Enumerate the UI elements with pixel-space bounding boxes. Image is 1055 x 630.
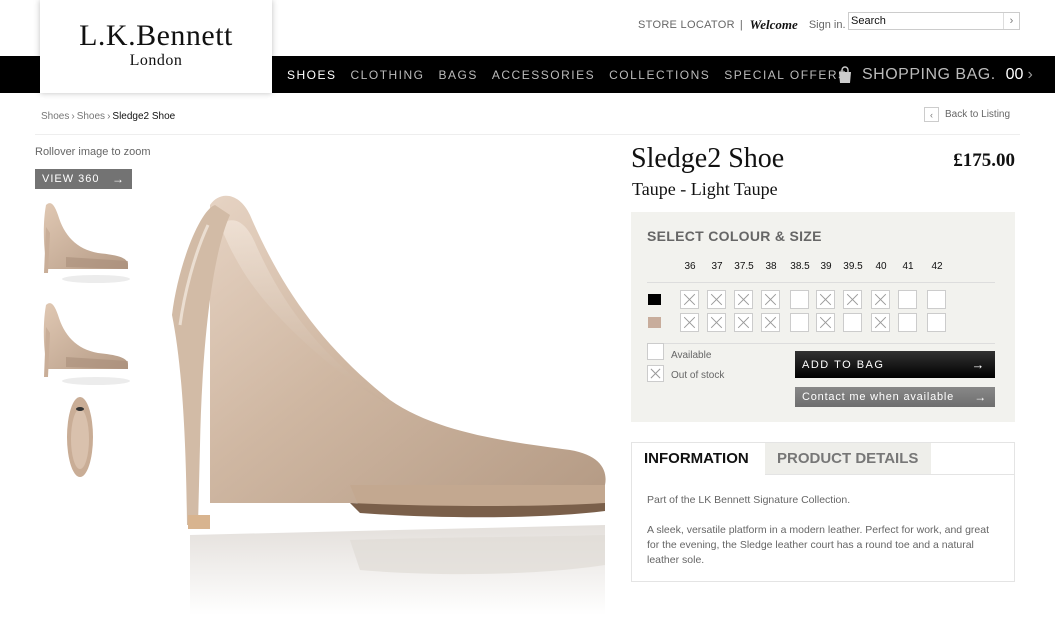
size-option-out-of-stock <box>816 290 835 309</box>
product-colour-name: Taupe - Light Taupe <box>632 179 778 199</box>
product-page: L.K.Bennett London STORE LOCATOR | Welco… <box>0 0 1055 630</box>
add-to-bag-label: ADD TO BAG <box>802 358 885 371</box>
size-option-out-of-stock <box>761 290 780 309</box>
divider <box>35 134 1020 135</box>
size-option-available[interactable] <box>790 290 809 309</box>
size-option-out-of-stock <box>707 290 726 309</box>
breadcrumb-item-shoes[interactable]: Shoes <box>41 111 69 122</box>
product-main-image[interactable] <box>160 185 610 615</box>
size-label: 37 <box>711 261 723 272</box>
nav-item-bags[interactable]: BAGS <box>439 68 478 82</box>
tab-product-details[interactable]: PRODUCT DETAILS <box>765 443 931 474</box>
arrow-right-icon: → <box>974 390 987 404</box>
size-label: 37.5 <box>734 261 754 272</box>
breadcrumb-current: Sledge2 Shoe <box>112 111 176 122</box>
size-option-out-of-stock <box>871 290 890 309</box>
arrow-right-icon: → <box>971 357 986 372</box>
legend-out-of-stock-box <box>647 365 664 382</box>
nav-items: SHOES CLOTHING BAGS ACCESSORIES COLLECTIONS S… <box>287 56 862 93</box>
select-heading: SELECT COLOUR & SIZE <box>647 228 822 244</box>
size-option-available[interactable] <box>790 313 809 332</box>
size-option-out-of-stock <box>680 313 699 332</box>
size-option-out-of-stock <box>680 290 699 309</box>
link-separator: | <box>739 19 743 31</box>
back-to-listing-label: Back to Listing <box>945 109 1011 120</box>
shopping-bag-link[interactable]: SHOPPING BAG. 00 › <box>836 56 1033 93</box>
legend-available-label: Available <box>671 350 712 361</box>
nav-item-special-offers[interactable]: SPECIAL OFFERS <box>724 68 847 82</box>
size-label: 41 <box>902 261 914 272</box>
size-option-out-of-stock <box>816 313 835 332</box>
thumbnail-side-alt[interactable] <box>36 297 130 387</box>
size-label: 36 <box>684 261 696 272</box>
size-option-out-of-stock <box>843 290 862 309</box>
info-paragraph-collection: Part of the LK Bennett Signature Collect… <box>647 494 851 506</box>
divider <box>647 282 995 283</box>
add-to-bag-button[interactable]: ADD TO BAG → <box>795 351 995 378</box>
size-option-out-of-stock <box>761 313 780 332</box>
size-label: 42 <box>931 261 943 272</box>
search-box: › <box>848 12 1020 30</box>
size-option-available[interactable] <box>898 313 917 332</box>
logo-location: London <box>129 52 183 69</box>
chevron-left-icon: ‹ <box>924 107 939 122</box>
legend-available-box <box>647 343 664 360</box>
size-option-available[interactable] <box>898 290 917 309</box>
nav-item-collections[interactable]: COLLECTIONS <box>609 68 710 82</box>
nav-item-accessories[interactable]: ACCESSORIES <box>492 68 595 82</box>
size-label: 38.5 <box>790 261 810 272</box>
breadcrumb-item-shoes-sub[interactable]: Shoes <box>77 111 105 122</box>
legend-out-of-stock-label: Out of stock <box>671 370 725 381</box>
breadcrumb: Shoes › Shoes › Sledge2 Shoe <box>41 111 175 122</box>
tab-information[interactable]: INFORMATION <box>632 443 765 474</box>
nav-item-clothing[interactable]: CLOTHING <box>351 68 425 82</box>
size-option-out-of-stock <box>871 313 890 332</box>
back-to-listing-link[interactable]: ‹ Back to Listing <box>924 107 1010 122</box>
search-input[interactable] <box>849 13 1003 29</box>
breadcrumb-separator-icon: › <box>107 111 111 122</box>
thumbnail-side[interactable] <box>36 197 130 287</box>
tab-active-gap <box>632 474 765 475</box>
size-option-available[interactable] <box>843 313 862 332</box>
product-title: Sledge2 Shoe <box>631 143 785 174</box>
divider <box>647 343 995 344</box>
size-label: 40 <box>875 261 887 272</box>
colour-swatch-taupe[interactable] <box>648 317 661 328</box>
sign-in-link[interactable]: Sign in. <box>809 19 846 31</box>
contact-when-available-button[interactable]: Contact me when available → <box>795 387 995 407</box>
bag-count: 00 <box>1005 65 1024 83</box>
logo-wordmark: L.K.Bennett <box>79 19 233 52</box>
colour-swatch-black[interactable] <box>648 294 661 305</box>
info-paragraph-description: A sleek, versatile platform in a modern … <box>647 524 989 566</box>
size-option-available[interactable] <box>927 313 946 332</box>
brand-logo[interactable]: L.K.Bennett London <box>40 0 272 93</box>
nav-item-shoes[interactable]: SHOES <box>287 68 337 82</box>
bag-label: SHOPPING BAG. <box>862 65 996 83</box>
view-360-button[interactable]: VIEW 360 → <box>35 169 132 189</box>
zoom-hint: Rollover image to zoom <box>35 146 151 158</box>
select-colour-size-panel: SELECT COLOUR & SIZE Available Out of st… <box>631 212 1015 422</box>
contact-label: Contact me when available <box>802 391 955 403</box>
size-option-out-of-stock <box>734 290 753 309</box>
size-label: 38 <box>765 261 777 272</box>
size-label: 39 <box>820 261 832 272</box>
chevron-right-icon: › <box>1027 65 1033 83</box>
view-360-label: VIEW 360 <box>42 173 100 185</box>
size-label: 39.5 <box>843 261 863 272</box>
size-option-available[interactable] <box>927 290 946 309</box>
size-option-out-of-stock <box>734 313 753 332</box>
product-price: £175.00 <box>953 150 1015 171</box>
information-panel: INFORMATION PRODUCT DETAILS Part of the … <box>631 442 1015 582</box>
welcome-text: Welcome <box>749 17 798 32</box>
store-locator-link[interactable]: STORE LOCATOR <box>638 19 735 31</box>
breadcrumb-separator-icon: › <box>71 111 75 122</box>
arrow-right-icon: → <box>112 172 125 186</box>
size-option-out-of-stock <box>707 313 726 332</box>
top-links: STORE LOCATOR | Welcome Sign in. <box>638 17 846 33</box>
thumbnail-top[interactable] <box>36 393 130 483</box>
shopping-bag-icon <box>836 65 854 84</box>
search-chevron-icon[interactable]: › <box>1003 13 1019 29</box>
